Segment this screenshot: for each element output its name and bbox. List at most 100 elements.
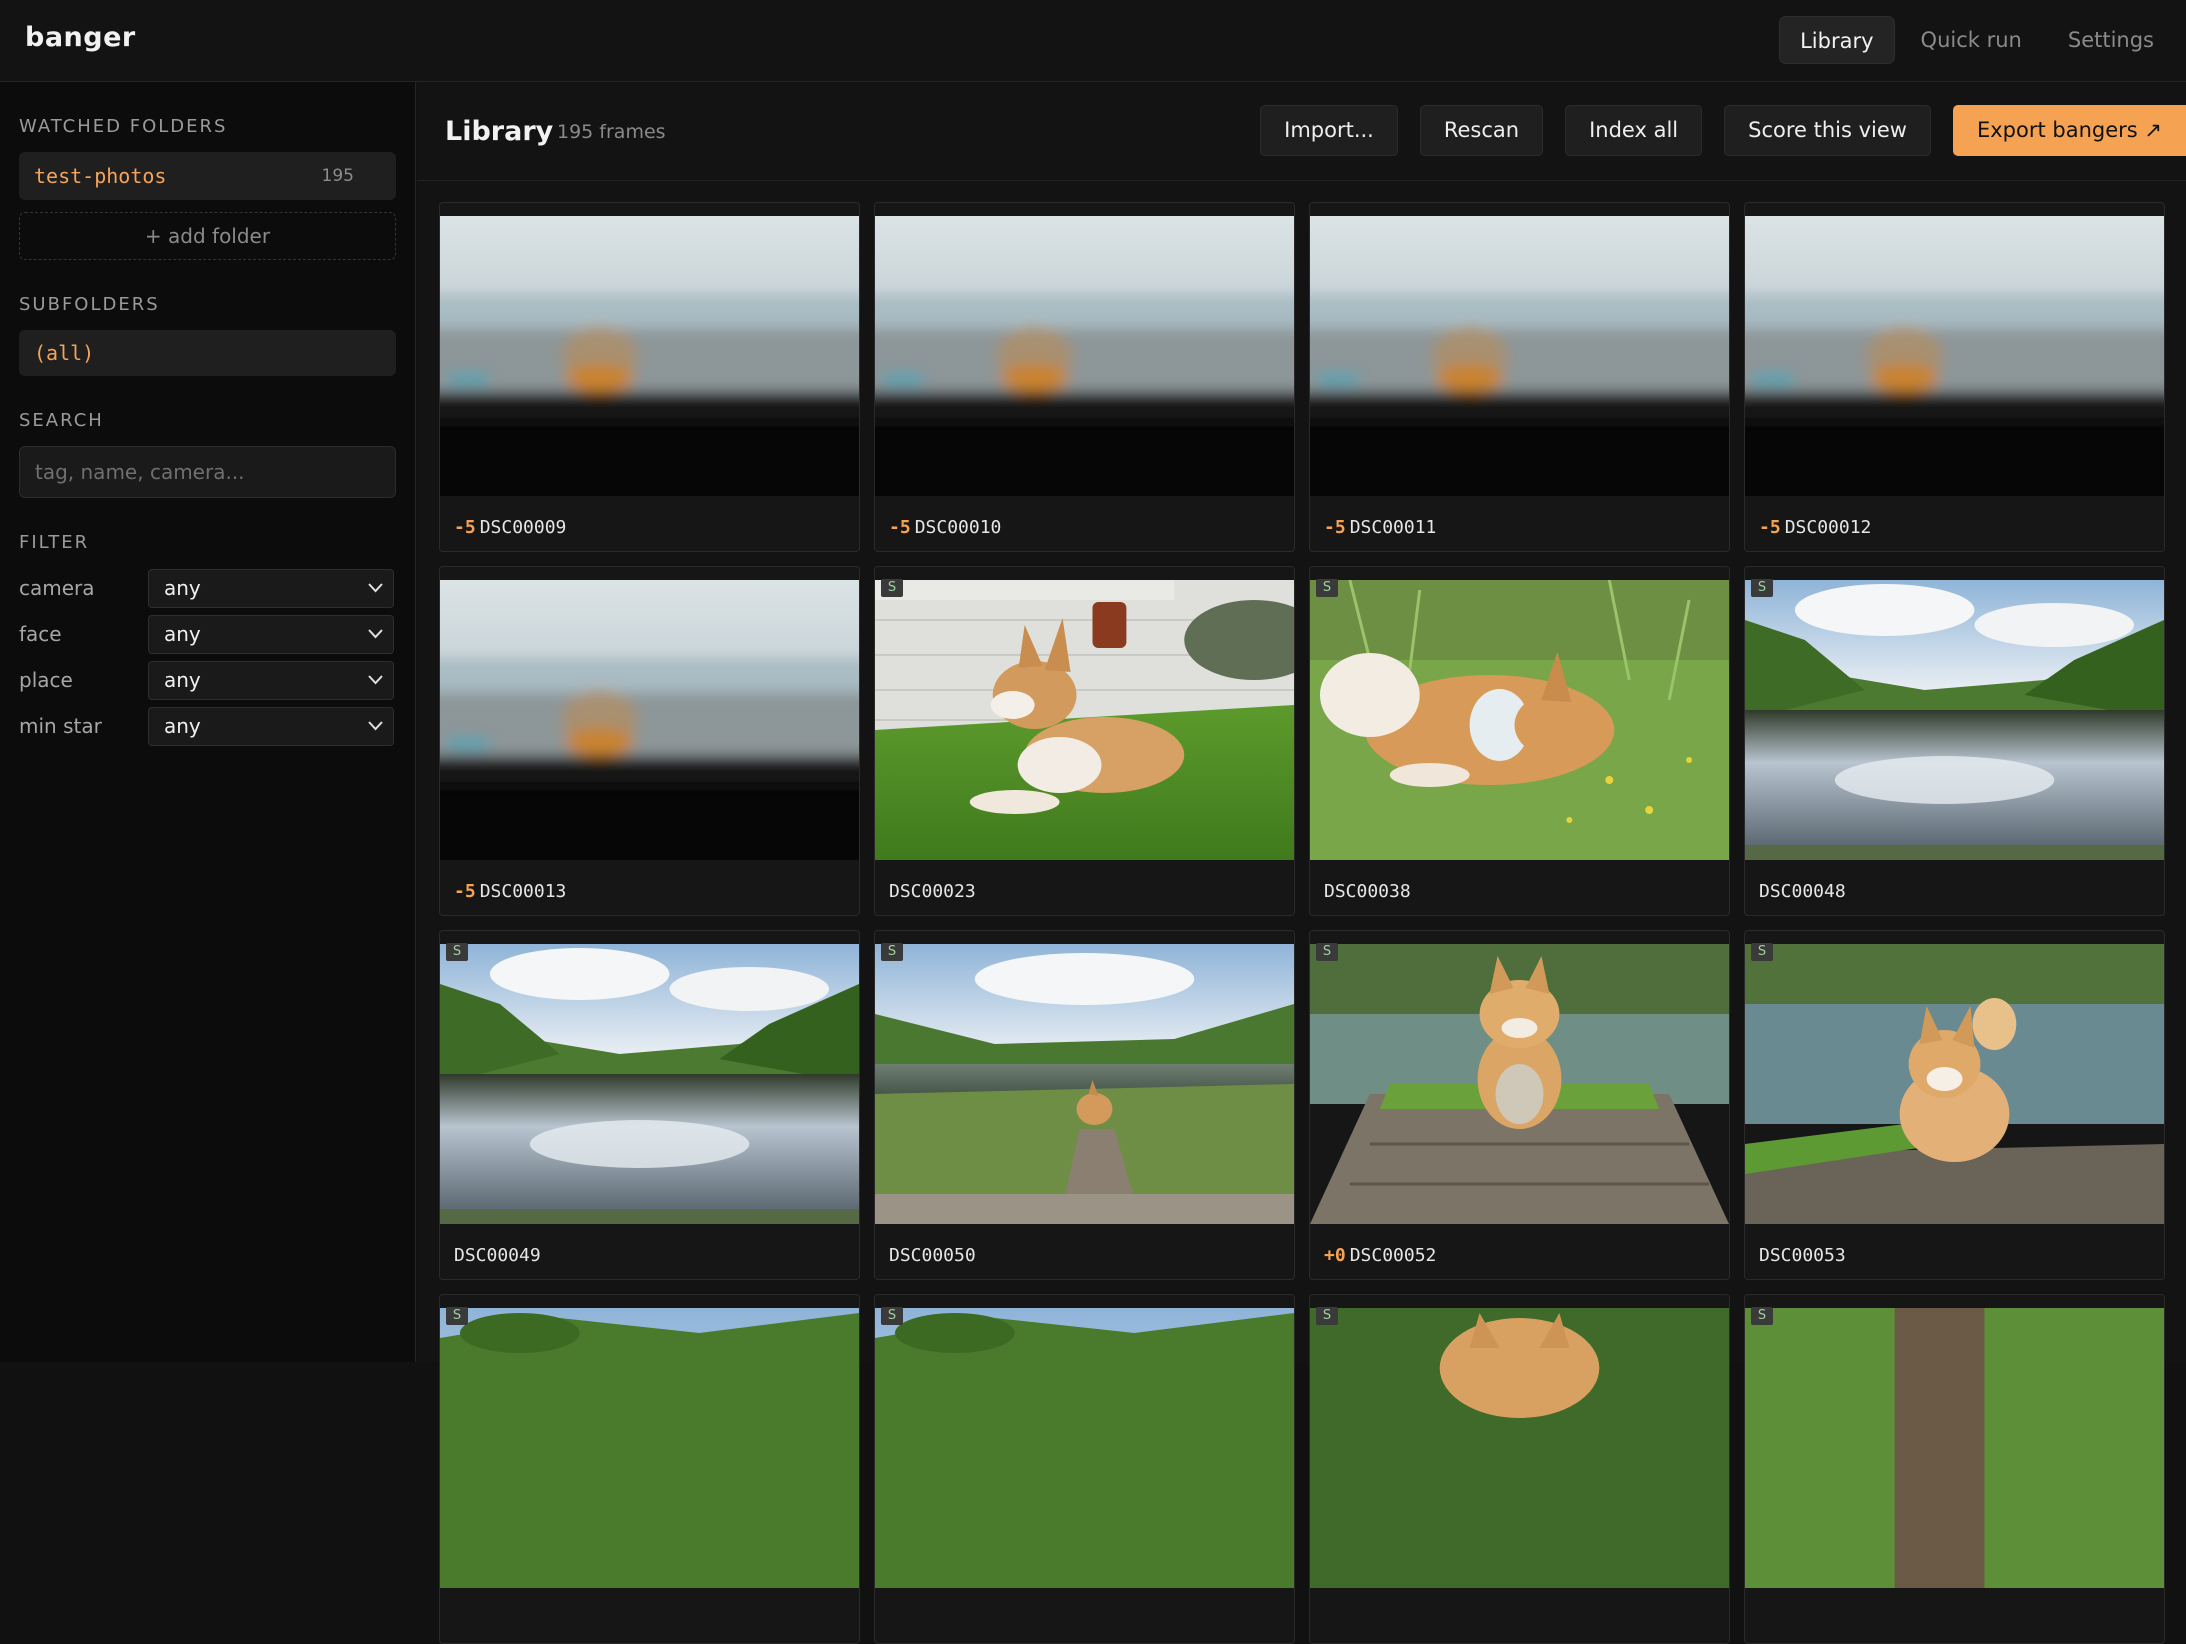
photo-thumbnail [1310,1308,1729,1588]
select-value: any [164,575,201,600]
photo-card[interactable]: S [1744,1294,2165,1644]
photo-caption: -5 DSC00013 [454,881,566,902]
photo-filename: DSC00013 [479,881,567,902]
status-badge: S [446,1307,468,1325]
photo-filename: DSC00049 [454,1245,541,1266]
face-select[interactable]: any [148,614,394,654]
filter-camera: camera any [19,568,396,608]
frame-count: 195 frames [557,121,666,143]
photo-caption: DSC00038 [1324,881,1411,902]
photo-caption: DSC00023 [889,881,976,902]
status-badge: S [881,1307,903,1325]
folder-item-test-photos[interactable]: test-photos 195 [19,152,396,200]
library-header: Library 195 frames Import... Rescan Inde… [417,82,2186,181]
filter-face: face any [19,614,396,654]
main-nav: Library Quick run Settings [1779,16,2174,64]
library-main: Library 195 frames Import... Rescan Inde… [417,82,2186,1644]
photo-filename: DSC00050 [889,1245,976,1266]
photo-thumbnail [1310,216,1729,496]
photo-card[interactable]: -5 DSC00011 [1309,202,1730,552]
chevron-down-icon [368,582,383,592]
rescan-button[interactable]: Rescan [1419,105,1544,156]
photo-filename: DSC00011 [1349,517,1437,538]
photo-caption: +0 DSC00052 [1324,1245,1436,1266]
select-value: any [164,621,201,646]
photo-card[interactable]: S DSC00050 [874,930,1295,1280]
photo-card[interactable]: -5 DSC00013 [439,566,860,916]
photo-thumbnail [440,216,859,496]
app-logo: banger [25,22,136,53]
photo-card[interactable]: S [874,1294,1295,1644]
score-value: -5 [1759,517,1781,538]
filter-min-star: min star any [19,706,396,746]
photo-filename: DSC00023 [889,881,976,902]
photo-card[interactable]: -5 DSC00009 [439,202,860,552]
status-badge: S [446,943,468,961]
search-heading: SEARCH [19,410,104,431]
import-button[interactable]: Import... [1260,105,1398,156]
folder-count: 195 [321,166,354,186]
top-bar: banger Library Quick run Settings [0,0,2186,82]
photo-thumbnail [1745,1308,2164,1588]
score-view-button[interactable]: Score this view [1724,105,1931,156]
add-folder-button[interactable]: + add folder [19,212,396,260]
subfolders-heading: SUBFOLDERS [19,294,160,315]
photo-thumbnail [1745,580,2164,860]
photo-card[interactable]: -5 DSC00012 [1744,202,2165,552]
tab-quick-run[interactable]: Quick run [1901,16,2042,64]
photo-thumbnail [440,1308,859,1588]
status-badge: S [1751,579,1773,597]
photo-thumbnail [440,944,859,1224]
search-input[interactable] [19,446,396,498]
photo-card[interactable]: S +0 DSC00052 [1309,930,1730,1280]
status-badge: S [1316,579,1338,597]
status-badge: S [1316,1307,1338,1325]
tab-settings[interactable]: Settings [2048,16,2174,64]
chevron-down-icon [368,674,383,684]
photo-thumbnail [1310,944,1729,1224]
score-value: -5 [454,881,476,902]
status-badge: S [881,579,903,597]
photo-filename: DSC00038 [1324,881,1411,902]
filter-heading: FILTER [19,532,90,553]
photo-card[interactable]: S [1309,1294,1730,1644]
photo-filename: DSC00052 [1349,1245,1437,1266]
chevron-down-icon [368,720,383,730]
photo-thumbnail [875,216,1294,496]
index-all-button[interactable]: Index all [1565,105,1703,156]
status-badge: S [1751,943,1773,961]
photo-caption: -5 DSC00010 [889,517,1001,538]
photo-card[interactable]: S DSC00053 [1744,930,2165,1280]
photo-caption: -5 DSC00009 [454,517,566,538]
photo-card[interactable]: S DSC00048 [1744,566,2165,916]
status-badge: S [881,943,903,961]
photo-caption: -5 DSC00012 [1759,517,1871,538]
score-value: +0 [1324,1245,1346,1266]
photo-filename: DSC00048 [1759,881,1846,902]
filter-label: face [19,622,62,646]
photo-filename: DSC00010 [914,517,1002,538]
camera-select[interactable]: any [148,568,394,608]
photo-card[interactable]: -5 DSC00010 [874,202,1295,552]
score-value: -5 [454,517,476,538]
min-star-select[interactable]: any [148,706,394,746]
photo-card[interactable]: S DSC00038 [1309,566,1730,916]
photo-card[interactable]: S [439,1294,860,1644]
place-select[interactable]: any [148,660,394,700]
folder-name: test-photos [34,164,167,188]
subfolder-item-all[interactable]: (all) [19,330,396,376]
photo-caption: DSC00049 [454,1245,541,1266]
export-bangers-button[interactable]: Export bangers ↗ [1952,105,2186,156]
photo-card[interactable]: S DSC00023 [874,566,1295,916]
sidebar: WATCHED FOLDERS test-photos 195 + add fo… [0,82,416,1362]
score-value: -5 [1324,517,1346,538]
filter-label: min star [19,714,102,738]
tab-library[interactable]: Library [1779,16,1895,64]
watched-folders-heading: WATCHED FOLDERS [19,116,228,137]
photo-thumbnail [440,580,859,860]
photo-card[interactable]: S DSC00049 [439,930,860,1280]
status-badge: S [1751,1307,1773,1325]
page-title: Library [445,116,554,147]
score-value: -5 [889,517,911,538]
chevron-down-icon [368,628,383,638]
